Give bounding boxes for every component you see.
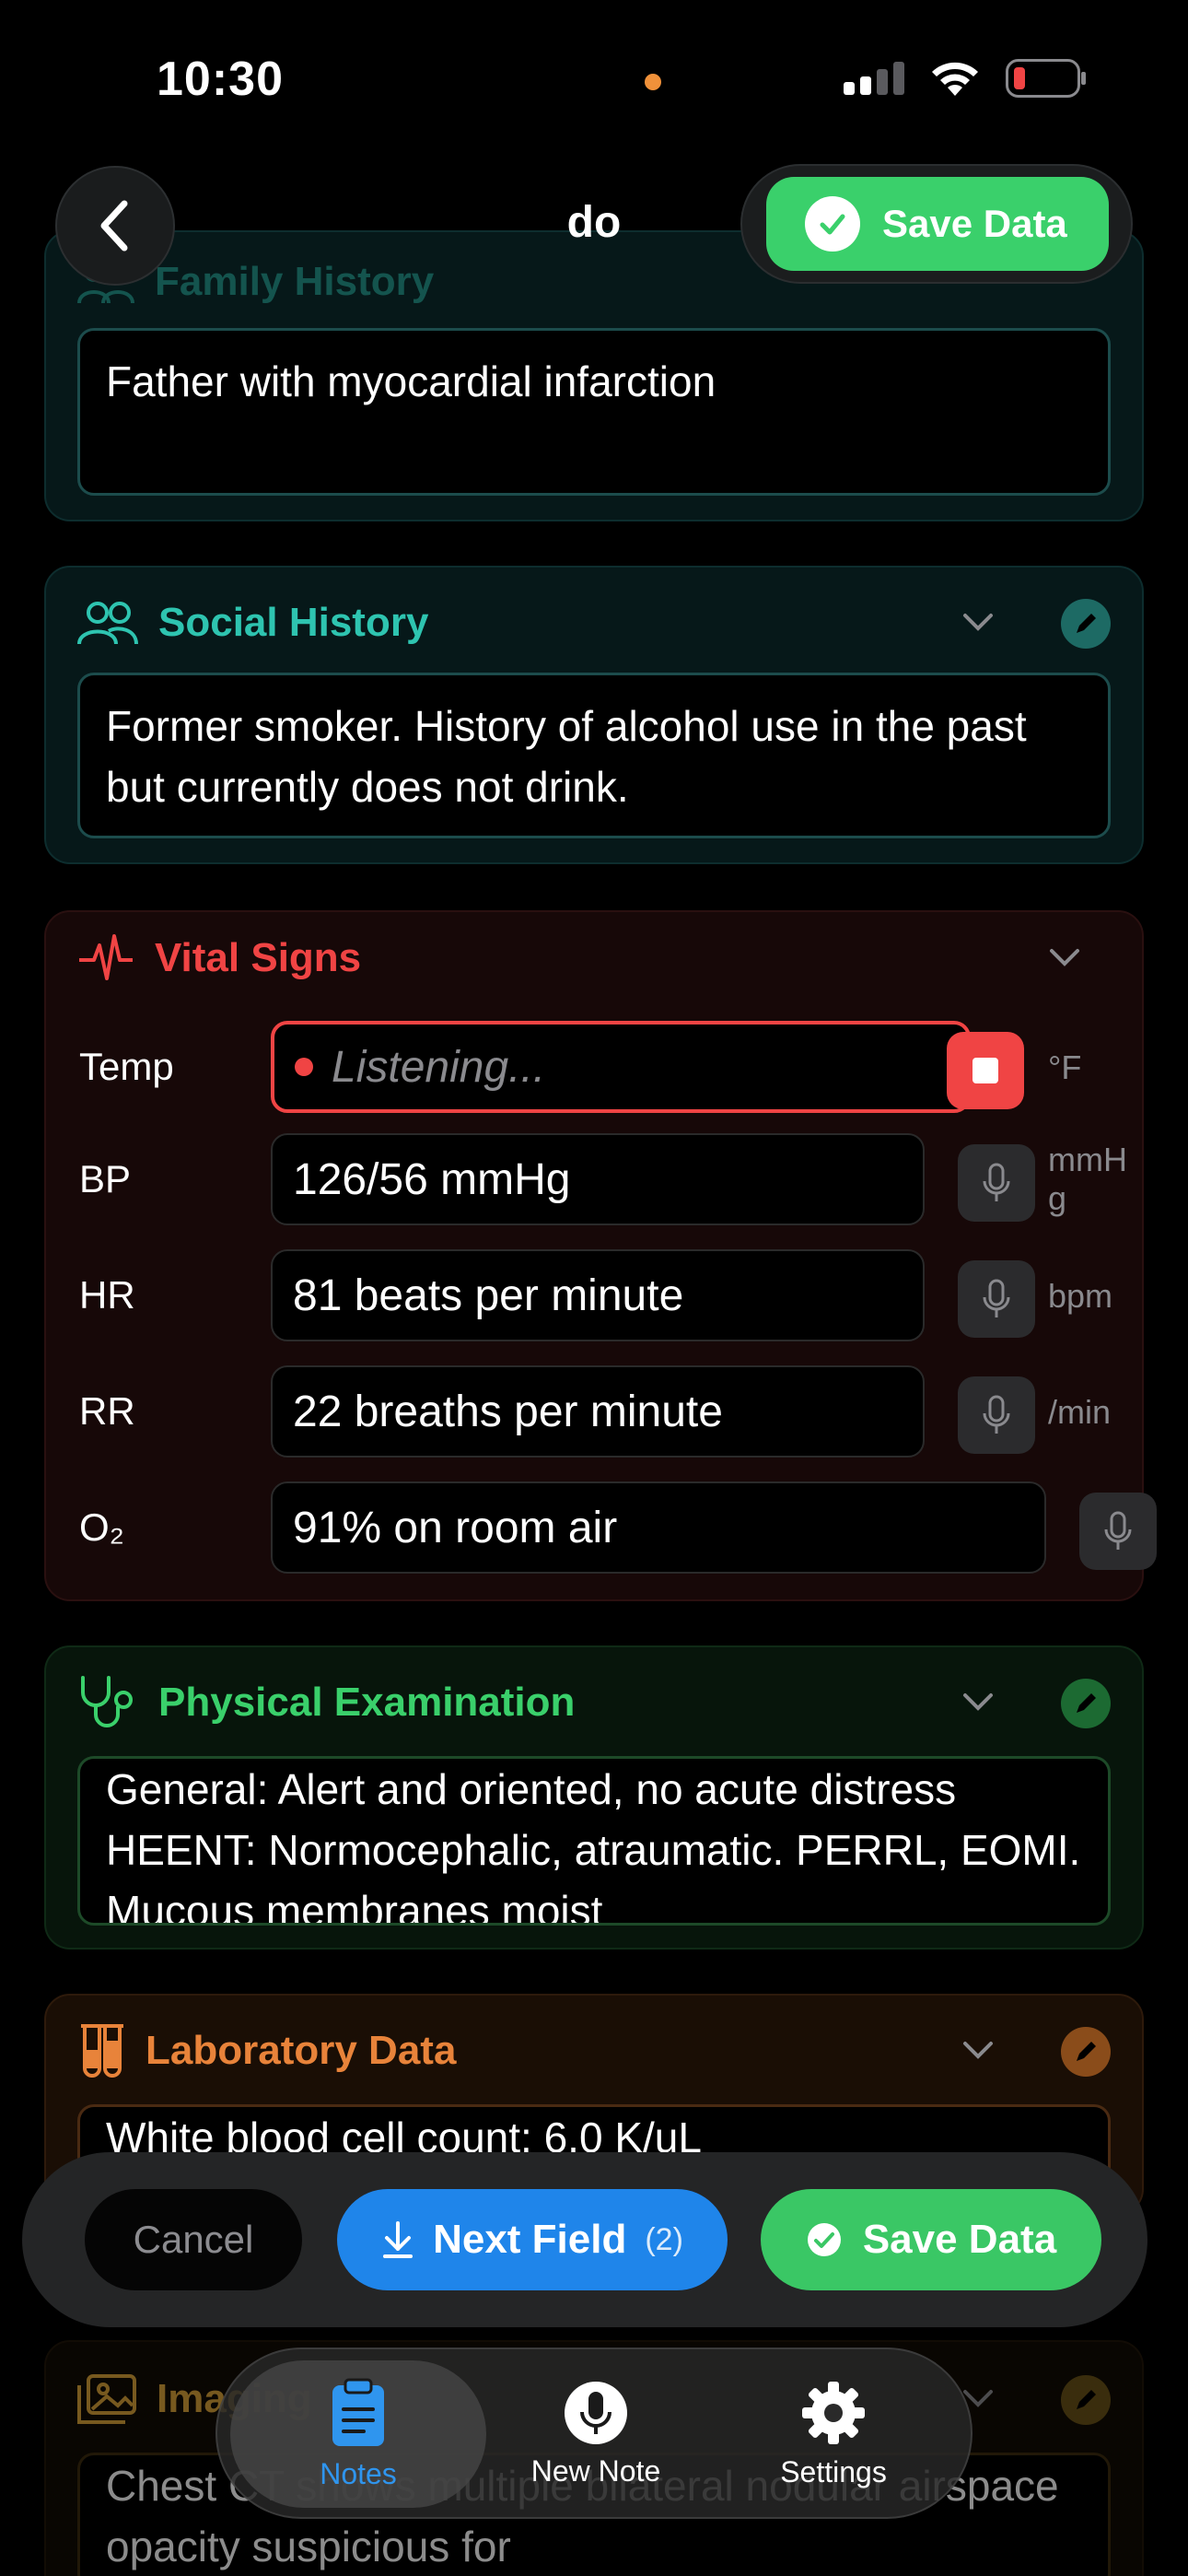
mic-icon <box>565 2381 627 2444</box>
bp-input[interactable]: 126/56 mmHg <box>271 1133 925 1225</box>
physical-exam-card: Physical Examination General: Alert and … <box>44 1645 1144 1950</box>
wifi-icon <box>932 62 978 96</box>
social-history-header[interactable]: Social History <box>77 593 1111 652</box>
chevron-down-icon[interactable] <box>960 2038 996 2064</box>
vital-label-bp: BP <box>79 1157 132 1200</box>
check-circle-icon <box>805 196 860 252</box>
privacy-indicator-dot <box>645 74 661 90</box>
stop-recording-button[interactable] <box>947 1032 1024 1109</box>
unit-temp: °F <box>1048 1048 1082 1086</box>
unit-hr: bpm <box>1048 1277 1113 1315</box>
pencil-icon <box>1077 2042 1096 2061</box>
vital-label-hr: HR <box>79 1273 135 1317</box>
status-bar: 10:30 <box>0 0 1188 157</box>
save-data-bottom-button[interactable]: Save Data <box>761 2189 1101 2290</box>
social-history-card: Social History Former smoker. History of… <box>44 566 1144 864</box>
listening-placeholder: Listening... <box>332 1042 546 1092</box>
lab-data-header[interactable]: Laboratory Data <box>77 2021 1111 2080</box>
save-data-bottom-label: Save Data <box>862 2217 1057 2262</box>
vital-label-rr: RR <box>79 1389 135 1433</box>
tab-settings-label: Settings <box>780 2454 887 2488</box>
arrow-down-icon <box>383 2221 413 2258</box>
social-history-text[interactable]: Former smoker. History of alcohol use in… <box>77 673 1111 838</box>
status-time: 10:30 <box>157 53 284 106</box>
family-history-title: Family History <box>155 259 435 304</box>
cellular-signal-icon <box>844 62 904 95</box>
next-field-count: (2) <box>645 2221 683 2257</box>
battery-icon <box>1006 59 1086 98</box>
edit-physical-exam-button[interactable] <box>1061 1679 1111 1728</box>
pencil-icon <box>1077 614 1096 633</box>
mic-icon <box>983 1279 1010 1317</box>
vital-row-hr: HR 81 beats per minute bpm <box>79 1249 1138 1341</box>
hr-mic-button[interactable] <box>958 1260 1035 1338</box>
tab-settings[interactable]: Settings <box>705 2360 961 2508</box>
mic-icon <box>983 1395 1010 1434</box>
people-icon <box>77 602 138 645</box>
lab-data-title: Laboratory Data <box>146 2028 457 2073</box>
vital-row-bp: BP 126/56 mmHg mmHg <box>79 1133 1138 1225</box>
rr-mic-button[interactable] <box>958 1376 1035 1454</box>
tab-notes-label: Notes <box>320 2456 397 2490</box>
next-field-button[interactable]: Next Field (2) <box>337 2189 728 2290</box>
chevron-down-icon[interactable] <box>1046 945 1083 971</box>
clipboard-icon <box>332 2378 384 2446</box>
vital-signs-card: Vital Signs Temp Listening... °F BP 126/… <box>44 910 1157 1601</box>
stop-icon <box>973 1058 998 1083</box>
test-tubes-icon <box>81 2024 123 2078</box>
cancel-button[interactable]: Cancel <box>85 2189 302 2290</box>
recording-dot-icon <box>295 1058 313 1076</box>
physical-exam-header[interactable]: Physical Examination <box>77 1673 1111 1732</box>
pencil-icon <box>1077 2390 1096 2409</box>
heartbeat-icon <box>79 934 133 980</box>
tab-new-note-label: New Note <box>530 2453 661 2488</box>
unit-rr: /min <box>1048 1393 1112 1431</box>
edit-lab-data-button[interactable] <box>1061 2027 1111 2077</box>
o2-mic-button[interactable] <box>1079 1493 1157 1570</box>
edit-imaging-button[interactable] <box>1061 2375 1111 2425</box>
hr-input[interactable]: 81 beats per minute <box>271 1249 925 1341</box>
vital-label-o2: O₂ <box>79 1505 124 1549</box>
gear-icon <box>802 2381 865 2444</box>
vital-signs-title: Vital Signs <box>155 935 362 980</box>
unit-bp: mmHg <box>1048 1141 1127 1217</box>
physical-exam-text[interactable]: General: Alert and oriented, no acute di… <box>77 1756 1111 1926</box>
save-top-container: Save Data <box>740 164 1133 284</box>
vital-row-rr: RR 22 breaths per minute /min <box>79 1365 1138 1458</box>
tab-new-note[interactable]: New Note <box>486 2360 705 2508</box>
edit-social-history-button[interactable] <box>1061 599 1111 649</box>
vital-row-o2: O₂ 91% on room air <box>79 1481 1157 1574</box>
tab-notes[interactable]: Notes <box>230 2360 486 2508</box>
mic-icon <box>983 1163 1010 1201</box>
family-history-text[interactable]: Father with myocardial infarction <box>77 328 1111 496</box>
save-data-top-button[interactable]: Save Data <box>766 177 1109 271</box>
pencil-icon <box>1077 1693 1096 1713</box>
mic-icon <box>1104 1511 1132 1550</box>
chevron-down-icon[interactable] <box>960 610 996 636</box>
status-icons <box>844 59 1087 98</box>
chevron-down-icon[interactable] <box>960 1690 996 1715</box>
physical-exam-title: Physical Examination <box>158 1680 576 1725</box>
vital-row-temp: Temp Listening... °F <box>79 1021 1138 1113</box>
o2-input[interactable]: 91% on room air <box>271 1481 1046 1574</box>
images-icon <box>77 2374 136 2424</box>
social-history-title: Social History <box>158 600 429 645</box>
check-circle-icon <box>807 2223 841 2256</box>
bp-mic-button[interactable] <box>958 1144 1035 1222</box>
save-data-top-label: Save Data <box>882 202 1067 245</box>
next-field-label: Next Field <box>433 2217 627 2262</box>
tab-bar: Notes New Note Settings <box>215 2348 973 2519</box>
stethoscope-icon <box>81 1676 133 1727</box>
temp-input-listening[interactable]: Listening... <box>271 1021 971 1113</box>
rr-input[interactable]: 22 breaths per minute <box>271 1365 925 1458</box>
action-bar: Cancel Next Field (2) Save Data <box>22 2152 1147 2327</box>
vital-label-temp: Temp <box>79 1045 174 1088</box>
vital-signs-header[interactable]: Vital Signs <box>77 929 1111 988</box>
